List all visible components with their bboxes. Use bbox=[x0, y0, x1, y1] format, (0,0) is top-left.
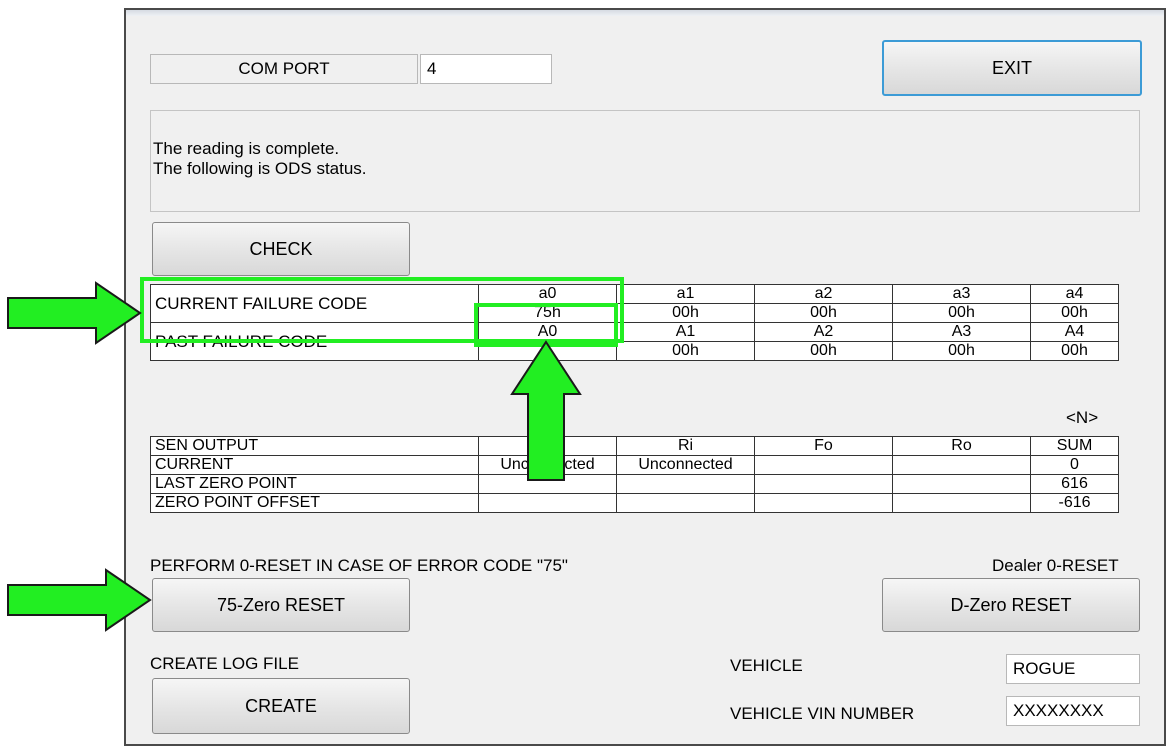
unit-label: <N> bbox=[1066, 408, 1099, 427]
failure-code-table: CURRENT FAILURE CODE a0 a1 a2 a3 a4 75h … bbox=[150, 284, 1119, 361]
status-line-2: The following is ODS status. bbox=[153, 159, 367, 178]
current-header-a4: a4 bbox=[1030, 284, 1119, 304]
table-row: SEN OUTPUT Ri Fo Ro SUM bbox=[150, 436, 1119, 456]
current-value-a4: 00h bbox=[1030, 303, 1119, 323]
table-cell bbox=[892, 455, 1031, 475]
title-bar-strip bbox=[126, 10, 1164, 16]
d-zero-reset-button[interactable]: D-Zero RESET bbox=[882, 578, 1140, 632]
past-header-a2: A2 bbox=[754, 322, 893, 342]
past-header-a3: A3 bbox=[892, 322, 1031, 342]
sensor-output-table: SEN OUTPUT Ri Fo Ro SUM CURRENT Unconnec… bbox=[150, 436, 1119, 513]
table-cell bbox=[754, 474, 893, 494]
vin-field[interactable]: XXXXXXXX bbox=[1006, 696, 1140, 726]
sensor-header-fo: Fo bbox=[754, 436, 893, 456]
dealer-reset-label: Dealer 0-RESET bbox=[992, 556, 1119, 575]
current-failure-label: CURRENT FAILURE CODE bbox=[150, 284, 479, 323]
check-button[interactable]: CHECK bbox=[152, 222, 410, 276]
table-cell bbox=[616, 493, 755, 513]
table-row: LAST ZERO POINT 616 bbox=[150, 474, 1119, 494]
current-value-a0: 75h bbox=[478, 303, 617, 323]
table-cell: -616 bbox=[1030, 493, 1119, 513]
arrow-right-icon bbox=[7, 281, 142, 345]
current-header-a1: a1 bbox=[616, 284, 755, 304]
ods-tool-window: COM PORT 4 EXIT The reading is complete.… bbox=[124, 8, 1166, 746]
past-header-a4: A4 bbox=[1030, 322, 1119, 342]
current-header-a2: a2 bbox=[754, 284, 893, 304]
com-port-value: 4 bbox=[427, 59, 437, 78]
create-button-label: CREATE bbox=[245, 695, 317, 716]
table-cell: 616 bbox=[1030, 474, 1119, 494]
reset-note: PERFORM 0-RESET IN CASE OF ERROR CODE "7… bbox=[150, 556, 568, 575]
row-label-current: CURRENT bbox=[150, 455, 479, 475]
zero-reset-75-button[interactable]: 75-Zero RESET bbox=[152, 578, 410, 632]
table-cell bbox=[892, 493, 1031, 513]
past-header-a1: A1 bbox=[616, 322, 755, 342]
table-cell bbox=[892, 474, 1031, 494]
create-log-label: CREATE LOG FILE bbox=[150, 654, 299, 673]
past-value-a3: 00h bbox=[892, 341, 1031, 361]
past-failure-label: PAST FAILURE CODE bbox=[150, 322, 479, 361]
past-value-a1: 00h bbox=[616, 341, 755, 361]
sensor-header-ri: Ri bbox=[616, 436, 755, 456]
table-cell: Unconnected bbox=[616, 455, 755, 475]
vehicle-label: VEHICLE bbox=[730, 656, 803, 675]
check-button-label: CHECK bbox=[249, 238, 313, 259]
table-cell bbox=[478, 493, 617, 513]
table-row: CURRENT Unconnected Unconnected 0 bbox=[150, 455, 1119, 475]
table-cell: 0 bbox=[1030, 455, 1119, 475]
past-value-a2: 00h bbox=[754, 341, 893, 361]
zero-reset-75-label: 75-Zero RESET bbox=[216, 594, 346, 615]
current-value-a3: 00h bbox=[892, 303, 1031, 323]
vehicle-value: ROGUE bbox=[1013, 659, 1076, 678]
row-label-last-zero: LAST ZERO POINT bbox=[150, 474, 479, 494]
sensor-header-sum: SUM bbox=[1030, 436, 1119, 456]
table-cell bbox=[616, 474, 755, 494]
past-value-a4: 00h bbox=[1030, 341, 1119, 361]
status-message-box: The reading is complete. The following i… bbox=[150, 110, 1140, 212]
arrow-right-icon bbox=[7, 568, 152, 632]
com-port-label: COM PORT bbox=[238, 59, 330, 78]
table-row: CURRENT FAILURE CODE a0 a1 a2 a3 a4 bbox=[150, 284, 1119, 323]
create-button[interactable]: CREATE bbox=[152, 678, 410, 734]
sen-output-header: SEN OUTPUT bbox=[150, 436, 479, 456]
com-port-field[interactable]: 4 bbox=[420, 54, 552, 84]
exit-button[interactable]: EXIT bbox=[882, 40, 1142, 96]
table-row: ZERO POINT OFFSET -616 bbox=[150, 493, 1119, 513]
sensor-header-ro: Ro bbox=[892, 436, 1031, 456]
status-line-1: The reading is complete. bbox=[153, 139, 340, 158]
current-header-a3: a3 bbox=[892, 284, 1031, 304]
arrow-up-icon bbox=[510, 340, 582, 481]
vin-value: XXXXXXXX bbox=[1013, 701, 1104, 720]
current-header-a0: a0 bbox=[478, 284, 617, 304]
table-cell bbox=[754, 493, 893, 513]
table-cell bbox=[754, 455, 893, 475]
row-label-zero-offset: ZERO POINT OFFSET bbox=[150, 493, 479, 513]
table-row: PAST FAILURE CODE A0 A1 A2 A3 A4 bbox=[150, 322, 1119, 361]
exit-button-label: EXIT bbox=[991, 57, 1032, 78]
d-zero-reset-label: D-Zero RESET bbox=[950, 594, 1072, 615]
vehicle-field[interactable]: ROGUE bbox=[1006, 654, 1140, 684]
com-port-label-box: COM PORT bbox=[150, 54, 418, 84]
current-value-a2: 00h bbox=[754, 303, 893, 323]
current-value-a1: 00h bbox=[616, 303, 755, 323]
vin-label: VEHICLE VIN NUMBER bbox=[730, 704, 915, 723]
